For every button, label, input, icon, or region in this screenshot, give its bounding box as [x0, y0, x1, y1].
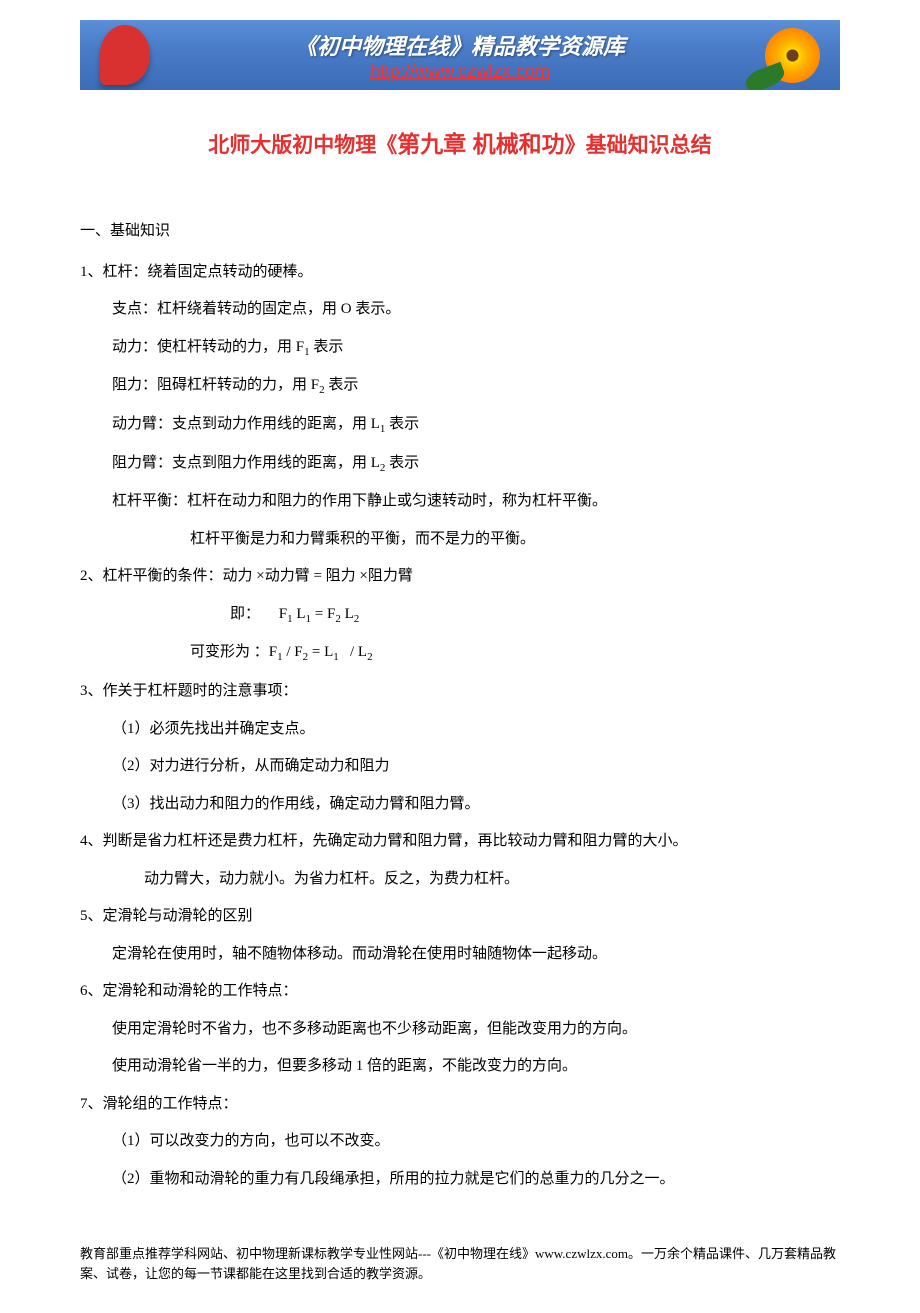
content-line: （1）可以改变力的方向，也可以不改变。 [80, 1129, 840, 1155]
logo-icon [100, 25, 150, 85]
header-banner: 《初中物理在线》精品教学资源库 http://www.czwlzx.com [80, 20, 840, 90]
content-line: 5、定滑轮与动滑轮的区别 [80, 904, 840, 930]
body-text: 一、基础知识 1、杠杆：绕着固定点转动的硬棒。支点：杠杆绕着转动的固定点，用 O… [80, 219, 840, 1192]
header-content: 《初中物理在线》精品教学资源库 http://www.czwlzx.com [295, 29, 625, 82]
footer-note: 教育部重点推荐学科网站、初中物理新课标教学专业性网站---《初中物理在线》www… [80, 1244, 840, 1283]
content-line: 4、判断是省力杠杆还是费力杠杆，先确定动力臂和阻力臂，再比较动力臂和阻力臂的大小… [80, 829, 840, 855]
content-line: 动力臂大，动力就小。为省力杠杆。反之，为费力杠杆。 [80, 867, 840, 893]
title-suffix: 》基础知识总结 [565, 134, 712, 157]
content-line: 6、定滑轮和动滑轮的工作特点： [80, 979, 840, 1005]
header-title: 《初中物理在线》精品教学资源库 [295, 29, 625, 61]
section-label: 一、基础知识 [80, 219, 840, 245]
content-line: 7、滑轮组的工作特点： [80, 1092, 840, 1118]
header-url: http://www.czwlzx.com [295, 61, 625, 82]
content-line: 定滑轮在使用时，轴不随物体移动。而动滑轮在使用时轴随物体一起移动。 [80, 942, 840, 968]
content-line: 1、杠杆：绕着固定点转动的硬棒。 [80, 260, 840, 286]
content-line: 即： F1 L1 = F2 L2 [80, 602, 840, 629]
content-line: 阻力：阻碍杠杆转动的力，用 F2 表示 [80, 373, 840, 400]
content-line: 3、作关于杠杆题时的注意事项： [80, 679, 840, 705]
page-title: 北师大版初中物理《第九章 机械和功》基础知识总结 [80, 125, 840, 159]
content-line: 动力：使杠杆转动的力，用 F1 表示 [80, 335, 840, 362]
title-prefix: 北师大版初中物理《 [208, 134, 397, 157]
content-line: （3）找出动力和阻力的作用线，确定动力臂和阻力臂。 [80, 792, 840, 818]
content-line: 使用动滑轮省一半的力，但要多移动 1 倍的距离，不能改变力的方向。 [80, 1054, 840, 1080]
content-line: （1）必须先找出并确定支点。 [80, 717, 840, 743]
content-items: 1、杠杆：绕着固定点转动的硬棒。支点：杠杆绕着转动的固定点，用 O 表示。动力：… [80, 260, 840, 1193]
content-line: 杠杆平衡是力和力臂乘积的平衡，而不是力的平衡。 [80, 527, 840, 553]
content-line: 杠杆平衡：杠杆在动力和阻力的作用下静止或匀速转动时，称为杠杆平衡。 [80, 489, 840, 515]
content-line: 2、杠杆平衡的条件：动力 ×动力臂 = 阻力 ×阻力臂 [80, 564, 840, 590]
content-line: 支点：杠杆绕着转动的固定点，用 O 表示。 [80, 297, 840, 323]
content-line: （2）对力进行分析，从而确定动力和阻力 [80, 754, 840, 780]
content-line: 动力臂：支点到动力作用线的距离，用 L1 表示 [80, 412, 840, 439]
sunflower-icon [765, 28, 820, 83]
content-line: 阻力臂：支点到阻力作用线的距离，用 L2 表示 [80, 451, 840, 478]
title-chapter: 第九章 机械和功 [397, 131, 564, 157]
content-line: 使用定滑轮时不省力，也不多移动距离也不少移动距离，但能改变用力的方向。 [80, 1017, 840, 1043]
content-line: （2）重物和动滑轮的重力有几段绳承担，所用的拉力就是它们的总重力的几分之一。 [80, 1167, 840, 1193]
content-wrapper: 北师大版初中物理《第九章 机械和功》基础知识总结 一、基础知识 1、杠杆：绕着固… [80, 90, 840, 1224]
content-line: 可变形为 ：F1 / F2 = L1 / L2 [80, 640, 840, 667]
